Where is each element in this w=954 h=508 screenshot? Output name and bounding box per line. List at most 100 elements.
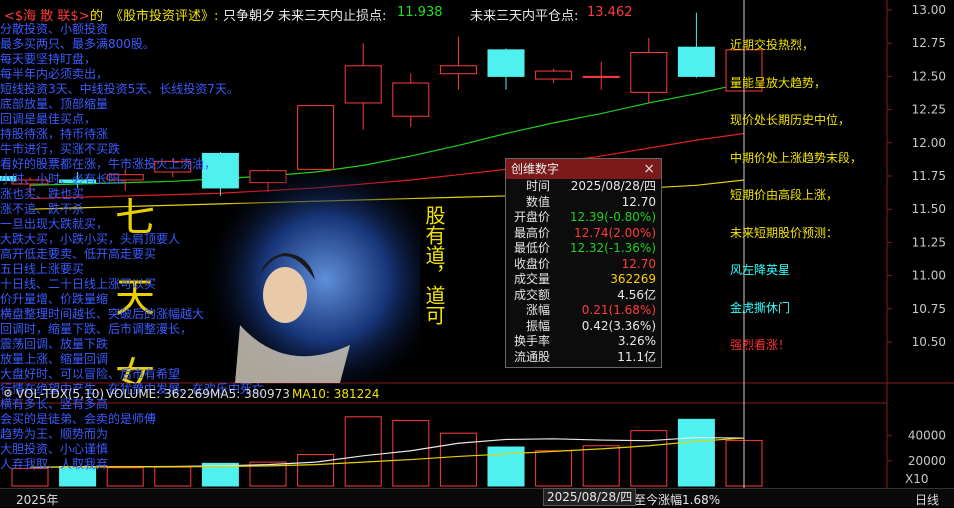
popup-row-value: 12.74(2.00%) xyxy=(574,225,656,240)
volume-bar xyxy=(344,416,382,487)
popup-row: 收盘价 12.70 xyxy=(506,257,661,273)
price-tick-label: 11.00 xyxy=(912,269,946,283)
note-line: 回调是最佳买点， xyxy=(0,112,97,126)
price-tick-label: 12.50 xyxy=(912,69,946,83)
forecast-comment: 量能呈放大趋势， xyxy=(730,75,827,90)
price-tick-label: 12.00 xyxy=(912,136,946,150)
volume-bar xyxy=(677,418,715,487)
volume-indicator-bar: ⚙ VOL-TDX(5,10) VOLUME: 362269 MA5: 3809… xyxy=(0,384,720,402)
bottom-bar: 2025年 至今涨幅1.68% 日线 xyxy=(0,488,954,507)
header-title: 《股市投资评述》: xyxy=(110,9,219,24)
popup-row-key: 振幅 xyxy=(525,318,550,333)
popup-row-value: 0.42(3.36%) xyxy=(581,318,656,333)
popup-row: 成交额 4.56亿 xyxy=(506,288,661,304)
note-line: 十日线、二十日线上涨可以买 xyxy=(0,277,157,291)
popup-row-key: 涨幅 xyxy=(525,303,550,317)
vol-tick-label: 20000 xyxy=(908,454,946,468)
popup-row: 最高价 12.74(2.00%) xyxy=(506,226,661,242)
stock-name[interactable]: <$海 散 联$> xyxy=(4,5,90,24)
settings-icon[interactable]: ⚙ xyxy=(3,387,13,400)
volume-bar xyxy=(582,445,620,487)
forecast-comment: 短期价由高段上涨， xyxy=(730,188,839,202)
price-tick-label: 10.50 xyxy=(912,335,946,349)
note-line: 五日线上涨要买 xyxy=(0,262,85,276)
vol-ma5: MA5: 380973 xyxy=(210,387,290,401)
popup-rows: 时间 2025/08/28/四 数值 12.70 开盘价 12.39(-0.80%) 最高价… xyxy=(506,179,661,365)
vol-volume: VOLUME: 362269 xyxy=(106,387,210,401)
note-line: 放量上涨、缩量回调 xyxy=(0,352,109,366)
note-line: 短线投资3天、中线投资5天、长线投资7天。 xyxy=(0,82,239,96)
note-line: 一旦出现大跌就买， xyxy=(0,217,109,231)
popup-row-key: 开盘价 xyxy=(513,210,550,224)
header-motto: 只争朝夕 xyxy=(223,9,276,24)
popup-title: 创维数字 xyxy=(511,162,560,176)
popup-row: 最低价 12.32(-1.36%) xyxy=(506,241,661,257)
note-line: 小时、小时、必有长阳。 xyxy=(0,172,133,186)
note-line: 大跌大买，小跌小买，头肩顶要人 xyxy=(0,232,181,246)
left-notes: 分散投资、小额投资 最多买两只、最多满800股。 每天要坚持盯盘， 每半年内必须卖出，… xyxy=(0,22,264,472)
header-bar: <$海 散 联$> 的 《股市投资评述》: 只争朝夕 未来三天内止损点: 11.… xyxy=(0,0,720,26)
popup-row-value: 4.56亿 xyxy=(617,287,656,302)
note-line: 价升量增、价跌量缩 xyxy=(0,292,109,306)
popup-row: 振幅 0.42(3.36%) xyxy=(506,319,661,335)
vol-unit-label: X10 xyxy=(905,472,929,486)
close-pos-label: 未来三天内平仓点: xyxy=(470,9,579,24)
vol-ma10: MA10: 381224 xyxy=(292,387,380,401)
candle-body xyxy=(677,46,715,77)
price-tick-label: 12.25 xyxy=(912,103,946,117)
price-tick-label: 11.50 xyxy=(912,202,946,216)
popup-row-value: 12.70 xyxy=(621,194,656,209)
popup-row: 涨幅 0.21(1.68%) xyxy=(506,303,661,319)
note-line: 大盘好时、可以冒险、后市有希望 xyxy=(0,367,181,381)
forecast-comment: 现价处长期历史中位， xyxy=(730,113,851,127)
volume-bar xyxy=(297,454,335,487)
candle-body xyxy=(582,75,620,78)
data-popup[interactable]: 创维数字 × 时间 2025/08/28/四 数值 12.70 开盘价 12.39(-0.… xyxy=(505,158,662,368)
vol-tick-label: 40000 xyxy=(908,429,946,443)
note-line: 回调时，缩量下跌、后市调整漫长， xyxy=(0,322,193,336)
popup-row: 时间 2025/08/28/四 xyxy=(506,179,661,195)
popup-row-value: 12.32(-1.36%) xyxy=(569,241,656,255)
note-line: 高开低走要卖、低开高走要买 xyxy=(0,247,157,261)
stop-loss-value: 11.938 xyxy=(397,5,443,20)
period-tab[interactable]: 日线 xyxy=(915,491,939,508)
change-text: 至今涨幅1.68% xyxy=(634,493,721,507)
note-line: 涨也买、跌也买 xyxy=(0,187,85,201)
popup-row-key: 成交量 xyxy=(513,272,550,286)
popup-row: 数值 12.70 xyxy=(506,195,661,211)
price-tick-label: 12.75 xyxy=(912,36,946,50)
note-line: 趋势为王、顺势而为 xyxy=(0,427,109,441)
popup-row-value: 2025/08/28/四 xyxy=(570,179,656,193)
close-icon[interactable]: × xyxy=(643,159,655,179)
forecast-comment: 近期交投热烈， xyxy=(730,38,815,52)
note-line: 涨不追、跌不杀 xyxy=(0,202,85,216)
popup-row-value: 12.39(-0.80%) xyxy=(569,210,656,224)
note-line: 人弃我取、人取我弃 xyxy=(0,457,109,471)
volume-bar xyxy=(630,430,668,487)
note-line: 大胆投资、小心谨慎 xyxy=(0,442,109,456)
candle-body xyxy=(344,65,382,104)
candle-body xyxy=(535,70,573,80)
date-cursor-box: 2025/08/28/四 xyxy=(543,488,637,506)
volume-bar xyxy=(392,420,430,487)
popup-row-value: 11.1亿 xyxy=(617,349,656,364)
popup-row-key: 收盘价 xyxy=(513,256,550,271)
popup-row: 流通股 11.1亿 xyxy=(506,350,661,366)
volume-bar xyxy=(439,432,477,487)
candle-body xyxy=(297,105,335,170)
candle-body xyxy=(392,82,430,117)
vol-indicator-name[interactable]: VOL-TDX(5,10) xyxy=(16,387,104,401)
note-line: 看好的股票都在涨，牛市涨投火上浇油， xyxy=(0,157,217,171)
popup-row: 成交量 362269 xyxy=(506,272,661,288)
volume-bar xyxy=(535,450,573,487)
popup-row-key: 最高价 xyxy=(513,225,550,240)
overlay-calligraphy: 股有道，道可 xyxy=(422,205,446,325)
popup-header[interactable]: 创维数字 × xyxy=(506,159,661,179)
price-tick-label: 10.75 xyxy=(912,302,946,316)
note-line: 会买的是徒弟、会卖的是师傅 xyxy=(0,412,157,426)
price-tick-label: 13.00 xyxy=(912,3,946,17)
price-tick-label: 11.25 xyxy=(912,235,946,249)
popup-row-key: 最低价 xyxy=(513,241,550,255)
forecast-comment: 未来短期股价预测： xyxy=(730,225,839,240)
note-line: 底部放量、顶部缩量 xyxy=(0,97,109,111)
